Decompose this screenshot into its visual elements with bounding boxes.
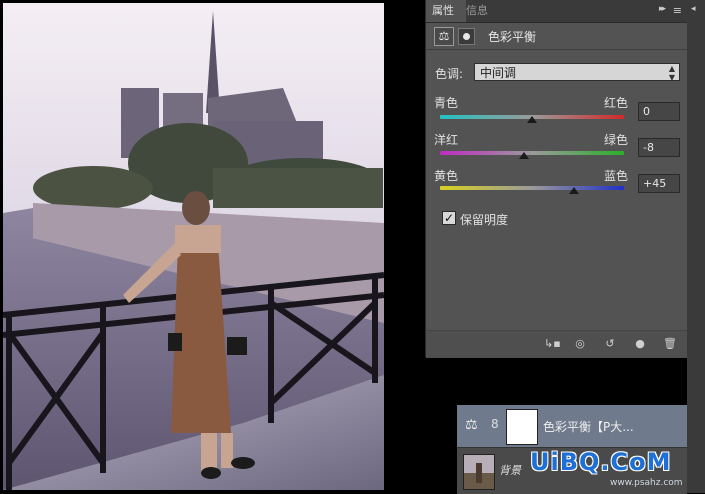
reset-icon[interactable]: ↺	[602, 337, 618, 351]
link-icon[interactable]: 8	[491, 417, 499, 431]
collapse-dock-icon[interactable]: ◂	[691, 4, 696, 14]
yellow-blue-value-input[interactable]: +45	[638, 174, 680, 193]
properties-panel: 属性 信息 ▸▸ ≡ ⚖ 色彩平衡 色调: 中间调 ▲ ▼ 青色 红色 0 洋红 …	[425, 0, 688, 358]
layer-name[interactable]: 背景	[499, 462, 521, 478]
tone-select[interactable]: 中间调 ▲ ▼	[474, 63, 680, 82]
slider-magenta-label: 洋红	[434, 133, 459, 147]
panel-dock-strip: ◂	[687, 0, 705, 493]
chevron-updown-icon: ▲ ▼	[668, 64, 675, 82]
photo-image	[3, 3, 384, 490]
view-previous-icon[interactable]: ◎	[572, 337, 588, 351]
collapse-panel-icon[interactable]: ▸▸	[659, 4, 666, 14]
slider-blue-label: 蓝色	[604, 169, 629, 183]
preserve-luminosity-label: 保留明度	[460, 213, 509, 227]
adjustment-header: ⚖ 色彩平衡	[426, 23, 688, 50]
tone-label: 色调:	[435, 67, 464, 81]
cyan-red-value-input[interactable]: 0	[638, 102, 680, 121]
background-thumbnail-image	[464, 455, 494, 489]
slider-yellow-blue-thumb[interactable]	[569, 187, 579, 194]
visibility-icon[interactable]: ●	[632, 337, 648, 351]
slider-cyan-red-thumb[interactable]	[527, 116, 537, 123]
slider-red-label: 红色	[604, 96, 629, 110]
clip-to-layer-icon[interactable]: ↳▪	[544, 337, 561, 351]
site-watermark: UiBQ.CoM	[530, 448, 672, 476]
layer-mask-icon[interactable]	[458, 28, 475, 45]
tab-info[interactable]: 信息	[460, 0, 500, 22]
site-watermark-url: www.psahz.com	[610, 478, 683, 488]
slider-green-label: 绿色	[604, 133, 629, 147]
slider-yellow-blue-track[interactable]	[440, 186, 624, 190]
adjustment-title: 色彩平衡	[488, 30, 537, 44]
tone-select-value: 中间调	[480, 66, 517, 80]
slider-cyan-label: 青色	[434, 96, 459, 110]
delete-icon[interactable]: 🗑	[662, 337, 678, 351]
layer-name[interactable]: 色彩平衡【P大...	[543, 418, 634, 435]
layer-row-color-balance[interactable]: ⚖ 8 色彩平衡【P大...	[457, 405, 687, 447]
layer-mask-thumbnail[interactable]	[506, 409, 538, 445]
panel-tab-bar: 属性 信息 ▸▸ ≡	[426, 0, 688, 23]
magenta-green-value-input[interactable]: -8	[638, 138, 680, 157]
panel-menu-icon[interactable]: ≡	[673, 4, 682, 17]
panel-bottom-toolbar: ↳▪ ◎ ↺ ● 🗑	[426, 330, 688, 358]
balance-scale-icon[interactable]: ⚖	[434, 27, 454, 46]
photo-canvas	[3, 3, 384, 490]
slider-yellow-label: 黄色	[434, 169, 459, 183]
layer-thumbnail[interactable]	[463, 454, 495, 490]
slider-magenta-green-track[interactable]	[440, 151, 624, 155]
preserve-luminosity-checkbox[interactable]: ✓	[442, 211, 456, 225]
balance-scale-icon: ⚖	[465, 417, 478, 433]
slider-magenta-green-thumb[interactable]	[519, 152, 529, 159]
